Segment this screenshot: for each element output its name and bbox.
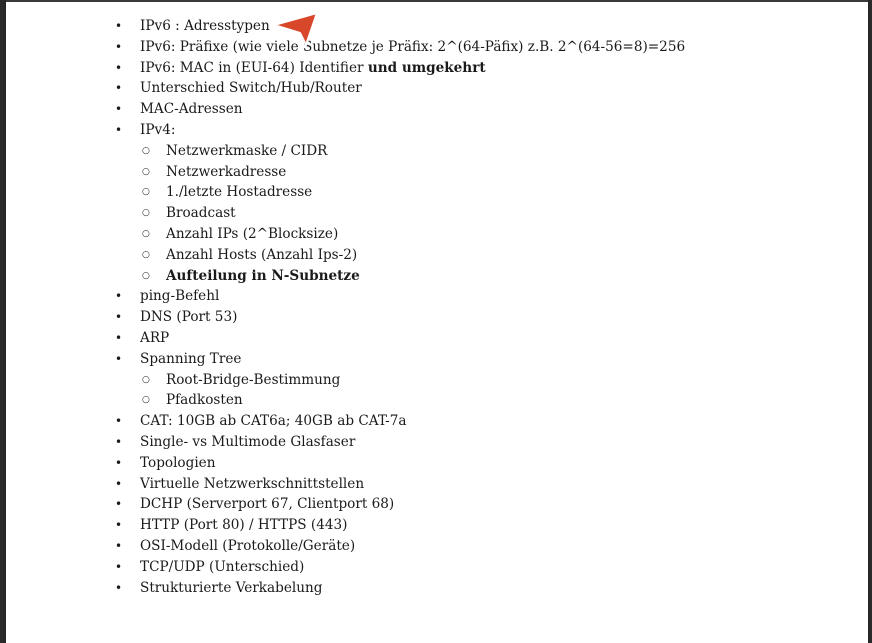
sub-list-item: Pfadkosten <box>112 390 685 411</box>
bold-text: und umgekehrt <box>367 59 486 76</box>
document-page: IPv6 : Adresstypen IPv6: Präfixe (wie vi… <box>6 0 868 643</box>
list-item: IPv6: Präfixe (wie viele Subnetze je Prä… <box>112 37 685 58</box>
spanning-tree-sublist-container: Root-Bridge-Bestimmung Pfadkosten <box>112 370 685 412</box>
list-item: MAC-Adressen <box>112 99 685 120</box>
topic-list: IPv6 : Adresstypen IPv6: Präfixe (wie vi… <box>112 16 685 598</box>
spanning-tree-sublist: Root-Bridge-Bestimmung Pfadkosten <box>112 370 685 412</box>
list-item: DNS (Port 53) <box>112 307 685 328</box>
sub-list-item: Netzwerkmaske / CIDR <box>112 141 685 162</box>
list-item: OSI-Modell (Protokolle/Geräte) <box>112 536 685 557</box>
list-item: ping-Befehl <box>112 286 685 307</box>
list-item: IPv6 : Adresstypen <box>112 16 685 37</box>
document-body: IPv6 : Adresstypen IPv6: Präfixe (wie vi… <box>112 16 685 598</box>
pointer-arrow-icon <box>273 12 318 46</box>
list-item: Strukturierte Verkabelung <box>112 578 685 599</box>
list-item: Topologien <box>112 453 685 474</box>
list-item: HTTP (Port 80) / HTTPS (443) <box>112 515 685 536</box>
ipv4-sublist-container: Netzwerkmaske / CIDR Netzwerkadresse 1./… <box>112 141 685 287</box>
sub-list-item: Anzahl IPs (2^Blocksize) <box>112 224 685 245</box>
list-item: Unterschied Switch/Hub/Router <box>112 78 685 99</box>
sub-list-item: Root-Bridge-Bestimmung <box>112 370 685 391</box>
sub-list-item: Aufteilung in N-Subnetze <box>112 266 685 287</box>
ipv4-sublist: Netzwerkmaske / CIDR Netzwerkadresse 1./… <box>112 141 685 287</box>
list-item: ARP <box>112 328 685 349</box>
list-item: DCHP (Serverport 67, Clientport 68) <box>112 494 685 515</box>
list-item: Virtuelle Netzwerkschnittstellen <box>112 474 685 495</box>
sub-list-item: 1./letzte Hostadresse <box>112 182 685 203</box>
sub-list-item: Broadcast <box>112 203 685 224</box>
sub-list-item: Anzahl Hosts (Anzahl Ips-2) <box>112 245 685 266</box>
list-item: Spanning Tree <box>112 349 685 370</box>
list-item: IPv6: MAC in (EUI-64) Identifier und umg… <box>112 58 685 79</box>
list-item: Single- vs Multimode Glasfaser <box>112 432 685 453</box>
sub-list-item: Netzwerkadresse <box>112 162 685 183</box>
page-top-border <box>6 0 868 2</box>
list-item: CAT: 10GB ab CAT6a; 40GB ab CAT-7a <box>112 411 685 432</box>
list-item: TCP/UDP (Unterschied) <box>112 557 685 578</box>
list-item: IPv4: <box>112 120 685 141</box>
